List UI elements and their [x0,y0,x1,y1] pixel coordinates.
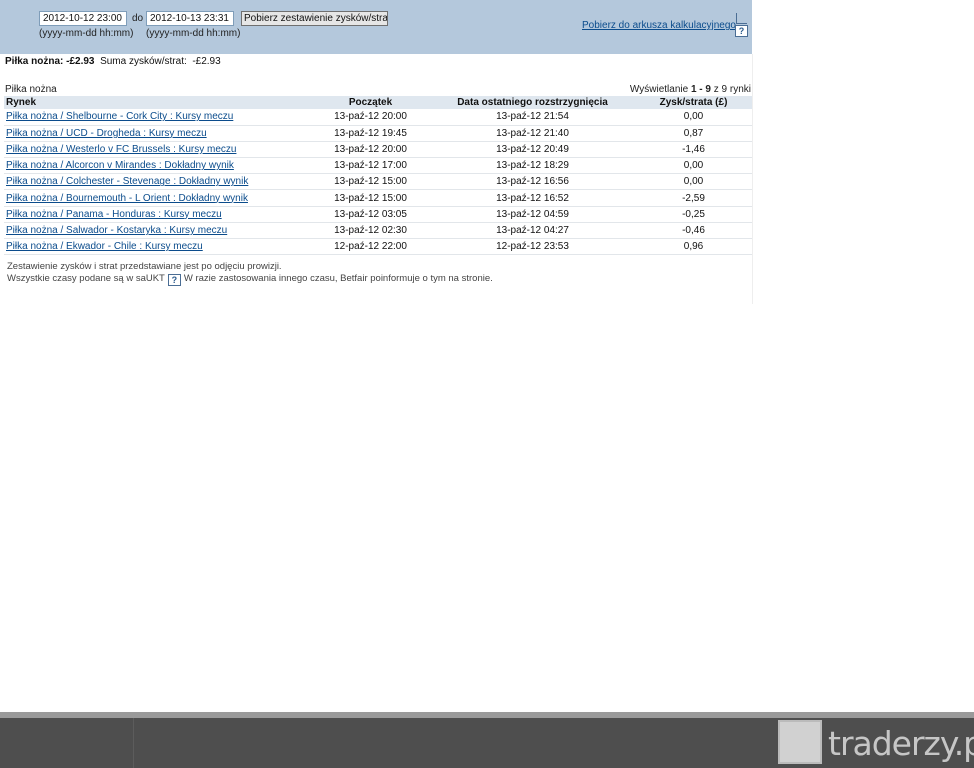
market-link-cell: Piłka nożna / UCD - Drogheda : Kursy mec… [4,125,311,142]
settled-time-cell: 13-paź-12 21:40 [430,125,635,142]
watermark-text: traderzy.pl [828,724,974,763]
market-link-cell: Piłka nożna / Salwador - Kostaryka : Kur… [4,222,311,240]
table-row: Piłka nożna / Shelbourne - Cork City : K… [4,109,752,126]
market-link[interactable]: Piłka nożna / Bournemouth - L Orient : D… [6,193,248,204]
start-time-cell: 13-paź-12 03:05 [311,206,430,223]
timezone-note-suffix: W razie zastosowania innego czasu, Betfa… [183,273,493,284]
profit-loss-value-cell: -1,46 [635,141,752,159]
market-link-cell: Piłka nożna / Westerlo v FC Brussels : K… [4,141,311,159]
settled-time-cell: 13-paź-12 16:56 [430,173,635,191]
profit-loss-value-cell: 0,96 [635,238,752,256]
paging-suffix: z 9 rynki [713,84,751,95]
from-format-hint: (yyyy-mm-dd hh:mm) [39,28,134,39]
watermark-logo-icon [778,720,822,764]
profit-loss-value-cell: 0,00 [635,109,752,126]
settled-time-cell: 13-paź-12 04:27 [430,222,635,240]
timezone-note: Wszystkie czasy podane są w saUKT? W razi… [7,273,493,286]
settled-time-cell: 13-paź-12 18:29 [430,157,635,175]
settled-time-cell: 13-paź-12 20:49 [430,141,635,159]
start-time-cell: 13-paź-12 19:45 [311,125,430,142]
table-row: Piłka nożna / Alcorcon v Mirandes : Dokł… [4,157,752,175]
settled-time-cell: 13-paź-12 16:52 [430,189,635,207]
market-link[interactable]: Piłka nożna / Westerlo v FC Brussels : K… [6,144,236,155]
start-time-cell: 13-paź-12 15:00 [311,189,430,207]
market-link[interactable]: Piłka nożna / Ekwador - Chile : Kursy me… [6,241,203,252]
paging-prefix: Wyświetlanie [629,84,689,95]
timezone-help-icon[interactable]: ? [167,274,181,286]
table-row: Piłka nożna / Colchester - Stevenage : D… [4,173,752,191]
grand-total-label: Suma zysków/strat: [100,56,187,67]
market-link[interactable]: Piłka nożna / Alcorcon v Mirandes : Dokł… [6,160,234,171]
section-title: Piłka nożna [5,84,57,95]
taskbar-separator [133,718,134,768]
table-header-row: Rynek Początek Data ostatniego rozstrzyg… [4,96,752,109]
table-row: Piłka nożna / Salwador - Kostaryka : Kur… [4,222,752,240]
settled-time-cell: 12-paź-12 23:53 [430,238,635,256]
table-row: Piłka nożna / Bournemouth - L Orient : D… [4,189,752,207]
market-link[interactable]: Piłka nożna / Salwador - Kostaryka : Kur… [6,225,227,236]
timezone-note-prefix: Wszystkie czasy podane są w saUKT [7,273,165,284]
profit-loss-value-cell: 0,00 [635,173,752,191]
corner-bracket-icon [736,13,747,24]
profit-loss-value-cell: -0,25 [635,206,752,223]
paging-range: 1 - 9 [690,84,711,95]
table-row: Piłka nożna / Ekwador - Chile : Kursy me… [4,238,752,256]
market-link-cell: Piłka nożna / Shelbourne - Cork City : K… [4,109,311,126]
start-time-cell: 13-paź-12 02:30 [311,222,430,240]
sport-total-value: -£2.93 [66,56,95,67]
start-time-cell: 13-paź-12 17:00 [311,157,430,175]
help-icon[interactable]: ? [735,25,748,37]
table-row: Piłka nożna / Westerlo v FC Brussels : K… [4,141,752,159]
market-link-cell: Piłka nożna / Bournemouth - L Orient : D… [4,189,311,207]
settled-time-cell: 13-paź-12 04:59 [430,206,635,223]
commission-note: Zestawienie zysków i strat przedstawiane… [7,261,282,272]
grand-total-value: -£2.93 [192,56,221,67]
market-link[interactable]: Piłka nożna / UCD - Drogheda : Kursy mec… [6,128,207,139]
table-row: Piłka nożna / Panama - Honduras : Kursy … [4,206,752,223]
column-header-profit-loss: Zysk/strata (£) [635,96,752,109]
content-edge [752,54,753,304]
to-date-input[interactable] [146,11,234,26]
download-spreadsheet-link[interactable]: Pobierz do arkusza kalkulacyjnego [582,20,736,31]
column-header-start: Początek [311,96,430,109]
start-time-cell: 13-paź-12 20:00 [311,109,430,126]
sport-total-label: Piłka nożna: [5,56,64,67]
start-time-cell: 13-paź-12 20:00 [311,141,430,159]
table-row: Piłka nożna / UCD - Drogheda : Kursy mec… [4,125,752,142]
market-link-cell: Piłka nożna / Colchester - Stevenage : D… [4,173,311,191]
from-date-input[interactable] [39,11,127,26]
profit-loss-value-cell: 0,87 [635,125,752,142]
profit-loss-value-cell: -0,46 [635,222,752,240]
profit-loss-value-cell: 0,00 [635,157,752,175]
markets-table: Rynek Początek Data ostatniego rozstrzyg… [4,96,752,256]
start-time-cell: 13-paź-12 15:00 [311,173,430,191]
market-link[interactable]: Piłka nożna / Colchester - Stevenage : D… [6,176,248,187]
market-link[interactable]: Piłka nożna / Shelbourne - Cork City : K… [6,111,233,122]
column-header-market: Rynek [4,96,311,109]
fetch-report-button[interactable]: Pobierz zestawienie zysków/strat [241,11,388,26]
to-format-hint: (yyyy-mm-dd hh:mm) [146,28,241,39]
start-time-cell: 12-paź-12 22:00 [311,238,430,256]
market-link[interactable]: Piłka nożna / Panama - Honduras : Kursy … [6,209,222,220]
paging-info: Wyświetlanie 1 - 9 z 9 rynki [630,84,751,95]
market-link-cell: Piłka nożna / Alcorcon v Mirandes : Dokł… [4,157,311,175]
to-label: do [132,13,144,24]
settled-time-cell: 13-paź-12 21:54 [430,109,635,126]
filter-bar: do Pobierz zestawienie zysków/strat (yyy… [0,0,752,54]
profit-loss-value-cell: -2,59 [635,189,752,207]
market-link-cell: Piłka nożna / Ekwador - Chile : Kursy me… [4,238,311,256]
column-header-settled: Data ostatniego rozstrzygnięcia [430,96,635,109]
market-link-cell: Piłka nożna / Panama - Honduras : Kursy … [4,206,311,223]
summary-line: Piłka nożna: -£2.93 Suma zysków/strat: -… [5,56,221,67]
